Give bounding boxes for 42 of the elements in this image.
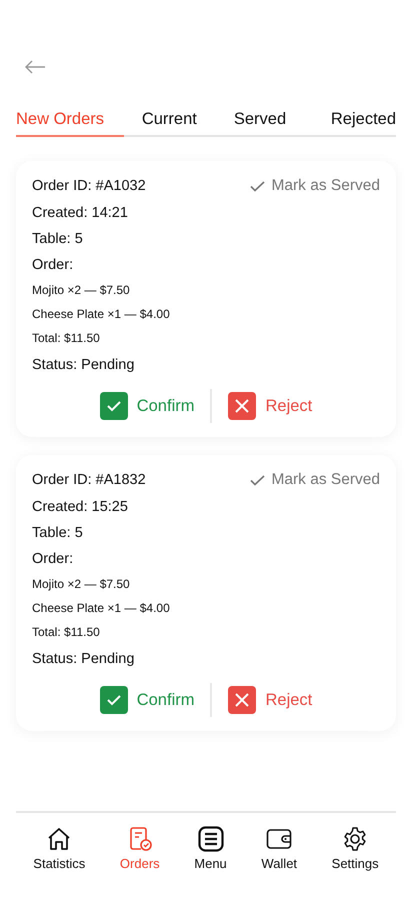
menu-icon — [198, 826, 224, 852]
created-time: Created: 14:21 — [32, 205, 128, 221]
mark-served-button[interactable]: Mark as Served — [250, 471, 380, 489]
close-icon — [228, 392, 256, 420]
check-icon — [250, 474, 266, 486]
mark-served-button[interactable]: Mark as Served — [250, 177, 380, 195]
nav-item[interactable]: Wallet — [261, 826, 298, 871]
reject-button[interactable]: Reject — [228, 392, 312, 420]
nav-item[interactable]: Menu — [194, 826, 227, 871]
close-icon — [228, 686, 256, 714]
order-item: Mojito ×2 — $7.50 — [32, 577, 130, 591]
order-id: Order ID: #A1832 — [32, 472, 146, 488]
nav-item[interactable]: Settings — [332, 826, 379, 871]
settings-icon — [342, 826, 368, 852]
home-icon — [46, 826, 72, 852]
order-item: Mojito ×2 — $7.50 — [32, 283, 130, 297]
reject-button[interactable]: Reject — [228, 686, 312, 714]
order-id: Order ID: #A1032 — [32, 178, 146, 194]
check-icon — [100, 686, 128, 714]
check-icon — [100, 392, 128, 420]
nav-item[interactable]: Orders — [120, 826, 160, 871]
order-label: Order: — [32, 551, 74, 567]
order-item: Cheese Plate ×1 — $4.00 — [32, 307, 170, 321]
order-total: Total: $11.50 — [32, 625, 100, 639]
nav-item[interactable]: Statistics — [33, 826, 86, 871]
confirm-button[interactable]: Confirm — [100, 392, 194, 420]
created-time: Created: 15:25 — [32, 499, 128, 515]
table-number: Table: 5 — [32, 525, 83, 541]
tab[interactable]: New Orders — [16, 110, 124, 137]
wallet-icon — [266, 826, 292, 852]
tab[interactable]: Served — [214, 110, 306, 137]
order-status: Status: Pending — [32, 651, 134, 667]
order-item: Cheese Plate ×1 — $4.00 — [32, 601, 170, 615]
order-total: Total: $11.50 — [32, 331, 100, 345]
tab[interactable]: Current — [124, 110, 215, 137]
tab[interactable]: Rejected — [305, 110, 396, 137]
order-status: Status: Pending — [32, 357, 134, 373]
order-label: Order: — [32, 257, 74, 273]
check-icon — [250, 180, 266, 192]
confirm-button[interactable]: Confirm — [100, 686, 194, 714]
back-icon[interactable] — [24, 60, 46, 74]
table-number: Table: 5 — [32, 231, 83, 247]
